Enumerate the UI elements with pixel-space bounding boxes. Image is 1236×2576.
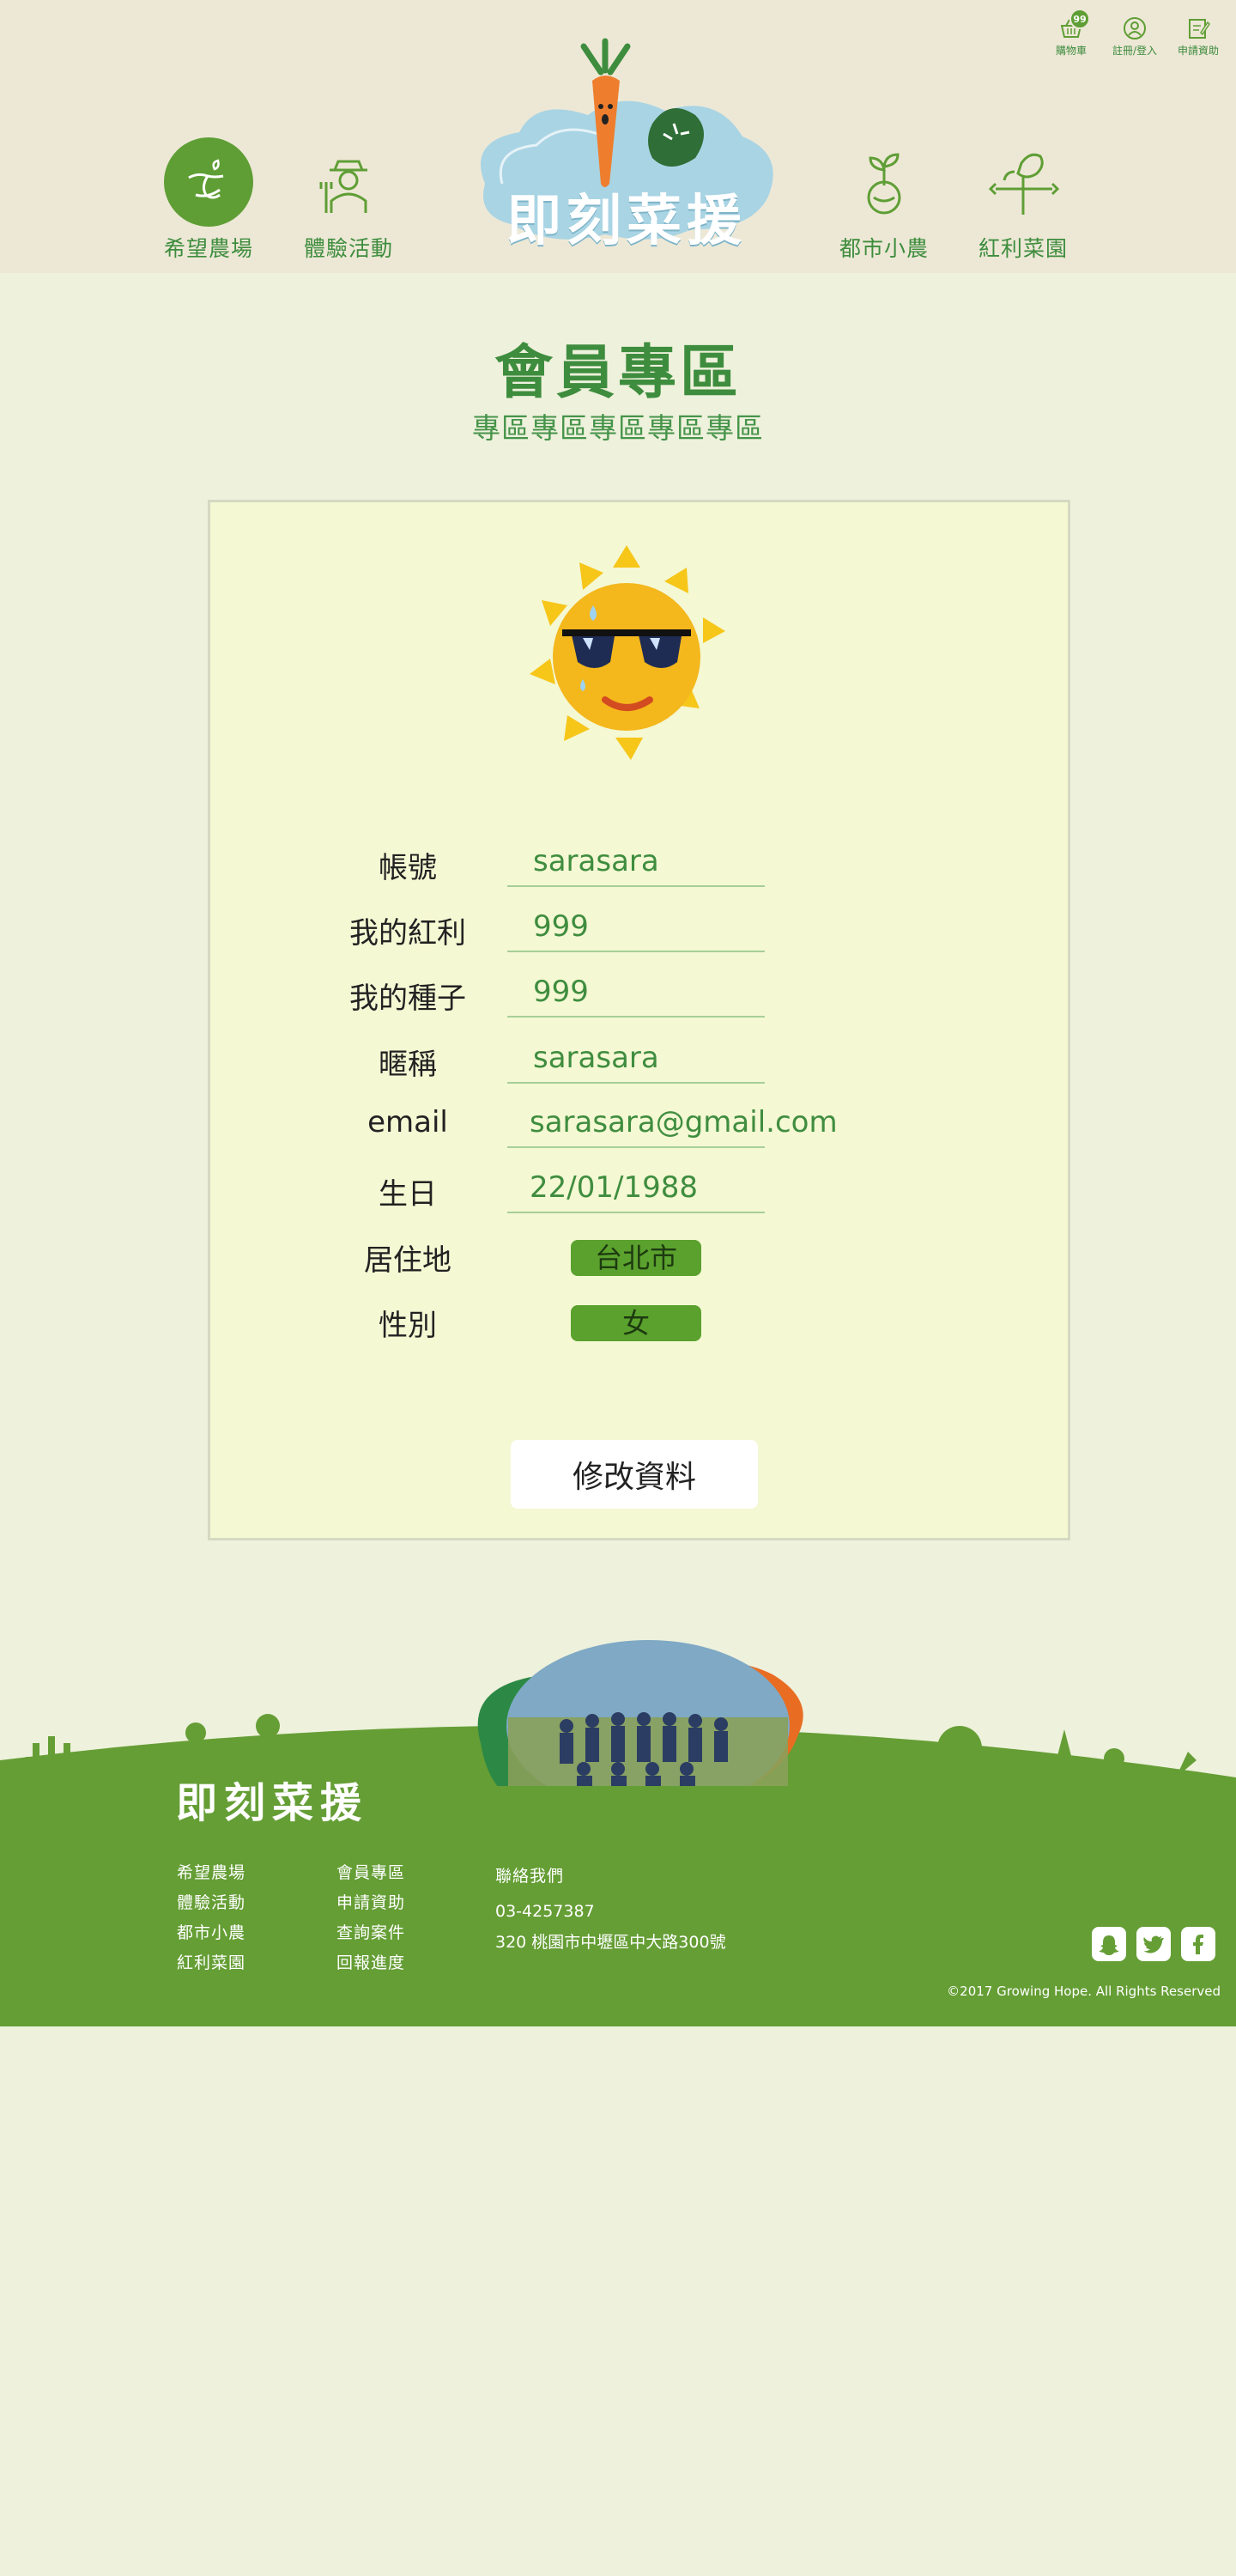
field-underline [507, 951, 765, 952]
nav-label: 紅利菜園 [978, 236, 1068, 261]
page-subtitle: 專區專區專區專區專區 [472, 411, 764, 445]
page-title: 會員專區 [494, 339, 742, 407]
footer-link-apply-aid[interactable]: 申請資助 [336, 1893, 405, 1912]
field-birthday: 生日 22/01/1988 [210, 1170, 1069, 1222]
edit-profile-button[interactable]: 修改資料 [511, 1440, 758, 1509]
social-links [1092, 1927, 1215, 1961]
facebook-icon[interactable] [1181, 1927, 1215, 1961]
footer-link-query-case[interactable]: 查詢案件 [336, 1923, 405, 1942]
snapchat-icon[interactable] [1092, 1927, 1126, 1961]
footer-link-bonus-garden[interactable]: 紅利菜園 [177, 1953, 245, 1972]
field-label: 性別 [379, 1309, 437, 1343]
login-link[interactable]: 註冊/登入 [1111, 15, 1159, 58]
footer-link-hope-farm[interactable]: 希望農場 [177, 1863, 245, 1882]
edit-note-icon [1189, 19, 1210, 39]
field-value[interactable]: sarasara [507, 1041, 765, 1075]
hand-sprout-icon [164, 137, 253, 227]
field-label: 居住地 [364, 1243, 451, 1278]
top-links: 99 購物車 註冊/登入 申請資助 [1047, 9, 1222, 58]
field-seeds: 我的種子 999 [210, 975, 1069, 1026]
farmer-icon [304, 137, 393, 227]
field-underline [507, 1082, 765, 1084]
copyright-text: ©2017 Growing Hope. All Rights Reserved [947, 1984, 1221, 1999]
footer-link-experience[interactable]: 體驗活動 [177, 1893, 245, 1912]
field-residence: 居住地 台北市 [210, 1236, 1069, 1288]
contact-address: 320 桃園市中壢區中大路300號 [495, 1933, 726, 1952]
field-account: 帳號 sarasara [210, 844, 1069, 896]
footer-links-col2: 會員專區 申請資助 查詢案件 回報進度 [336, 1863, 405, 1972]
field-underline [507, 1146, 765, 1148]
user-icon [1124, 17, 1146, 39]
nav-urban-farmer[interactable]: 都市小農 [824, 137, 944, 263]
profile-card: 帳號 sarasara 我的紅利 999 我的種子 999 暱稱 sarasar… [208, 500, 1070, 1540]
field-label: 我的紅利 [349, 916, 466, 951]
field-underline [507, 1016, 765, 1018]
field-label: 我的種子 [349, 981, 466, 1016]
login-label: 註冊/登入 [1112, 45, 1158, 57]
apply-aid-link[interactable]: 申請資助 [1174, 15, 1222, 58]
residence-select[interactable]: 台北市 [571, 1240, 701, 1276]
nav-bonus-garden[interactable]: 紅利菜園 [963, 137, 1083, 263]
footer-links-col1: 希望農場 體驗活動 都市小農 紅利菜園 [177, 1863, 245, 1972]
nav-experience[interactable]: 體驗活動 [288, 137, 409, 263]
cart-count-badge: 99 [1069, 9, 1090, 29]
cart-label: 購物車 [1055, 45, 1087, 57]
nav-label: 都市小農 [839, 236, 929, 261]
field-label: email [367, 1105, 448, 1139]
sun-avatar-icon [530, 545, 725, 760]
field-gender: 性別 女 [210, 1302, 1069, 1353]
weathervane-icon [978, 137, 1068, 227]
field-email: email sarasara@gmail.com [210, 1105, 1069, 1157]
footer-logo[interactable]: 即刻菜援 [176, 1769, 382, 1846]
contact-title: 聯絡我們 [495, 1867, 565, 1886]
footer-contact: 聯絡我們 03-4257387 320 桃園市中壢區中大路300號 [495, 1863, 726, 1961]
field-value[interactable]: 22/01/1988 [507, 1170, 765, 1205]
field-bonus: 我的紅利 999 [210, 909, 1069, 961]
contact-phone: 03-4257387 [495, 1902, 595, 1921]
footer-link-member[interactable]: 會員專區 [336, 1863, 405, 1882]
twitter-icon[interactable] [1136, 1927, 1171, 1961]
cart-link[interactable]: 99 購物車 [1047, 9, 1095, 58]
logo-text: 即刻菜援 [506, 189, 747, 253]
field-value[interactable]: sarasara [507, 844, 765, 878]
field-value: 999 [533, 975, 589, 1009]
field-label: 暱稱 [379, 1048, 437, 1082]
nav-hope-farm[interactable]: 希望農場 [148, 137, 269, 263]
site-header: 99 購物車 註冊/登入 申請資助 希望農場 體驗活動 即刻菜援 都市小農 紅利… [0, 0, 1236, 273]
nav-label: 體驗活動 [303, 236, 393, 261]
field-nickname: 暱稱 sarasara [210, 1041, 1069, 1092]
field-underline [507, 885, 765, 887]
field-label: 生日 [379, 1177, 437, 1212]
field-label: 帳號 [379, 851, 437, 885]
field-underline [507, 1212, 765, 1213]
apply-aid-label: 申請資助 [1177, 45, 1219, 57]
field-value[interactable]: sarasara@gmail.com [507, 1105, 838, 1139]
nav-label: 希望農場 [163, 236, 253, 261]
potted-sprout-icon [839, 137, 929, 227]
footer-link-urban-farmer[interactable]: 都市小農 [177, 1923, 245, 1942]
footer-link-report[interactable]: 回報進度 [336, 1953, 405, 1972]
gender-select[interactable]: 女 [571, 1305, 701, 1341]
field-value: 999 [533, 909, 589, 944]
